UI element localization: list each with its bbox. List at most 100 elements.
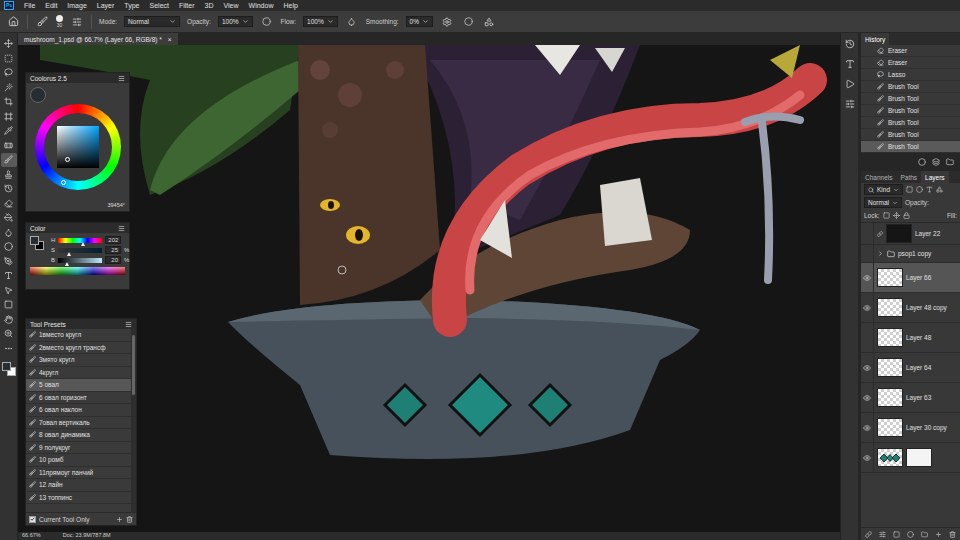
layer-mask-thumbnail[interactable] — [906, 448, 932, 467]
history-item[interactable]: Brush Tool — [861, 93, 960, 105]
mode-select[interactable]: Normal — [124, 16, 180, 27]
visibility-toggle[interactable] — [861, 293, 874, 322]
adjustment-filter-icon[interactable] — [916, 186, 923, 193]
folder-icon[interactable] — [921, 531, 928, 538]
fx-icon[interactable] — [879, 531, 886, 538]
slider-value[interactable]: 25 — [105, 246, 121, 254]
slider-track[interactable] — [58, 238, 102, 243]
tool-button[interactable] — [1, 226, 17, 240]
tool-preset-item[interactable]: 10 ромб — [26, 454, 131, 467]
tool-button[interactable] — [1, 284, 17, 298]
panel-tab[interactable]: Paths — [896, 171, 921, 183]
tool-button[interactable] — [1, 81, 17, 95]
slider-track[interactable] — [58, 258, 102, 263]
document-tab[interactable]: mushroom_1.psd @ 66.7% (Layer 66, RGB/8)… — [18, 33, 178, 45]
visibility-toggle[interactable] — [861, 443, 874, 472]
smoothing-field[interactable]: 0% — [406, 16, 433, 27]
slider-track[interactable] — [58, 248, 102, 253]
scrollbar[interactable] — [131, 329, 136, 512]
tool-preset-item[interactable]: 12 лайн — [26, 479, 131, 492]
adjustments-icon[interactable] — [845, 99, 855, 109]
layer-row[interactable]: Layer 48 — [861, 323, 960, 353]
tool-preset-item[interactable]: 6 овал горизонт — [26, 392, 131, 405]
tool-button[interactable] — [1, 153, 17, 167]
tool-button[interactable] — [1, 182, 17, 196]
zoom-level[interactable]: 66.67% — [22, 533, 41, 539]
slider-value[interactable]: 20 — [105, 256, 121, 264]
color-chips[interactable] — [2, 362, 16, 376]
brush-preset-picker[interactable]: 30 — [56, 15, 63, 28]
tool-button[interactable] — [1, 66, 17, 80]
airbrush-button[interactable] — [345, 15, 359, 29]
symmetry-button[interactable] — [482, 15, 496, 29]
current-color-swatch[interactable] — [30, 87, 46, 103]
history-item[interactable]: Lasso — [861, 69, 960, 81]
layer-filter-select[interactable]: Kind — [864, 184, 903, 195]
tool-button[interactable] — [1, 211, 17, 225]
tool-preset-item[interactable]: 5 овал — [26, 379, 131, 392]
panel-menu-icon[interactable] — [118, 225, 125, 232]
tool-button[interactable] — [1, 168, 17, 182]
tool-preset-button[interactable] — [35, 15, 49, 29]
close-tab-button[interactable]: × — [168, 36, 172, 43]
visibility-toggle[interactable] — [861, 383, 874, 412]
color-swatches[interactable] — [30, 236, 46, 252]
history-item[interactable]: Brush Tool — [861, 117, 960, 129]
panel-menu-icon[interactable] — [118, 75, 125, 82]
hue-marker[interactable] — [61, 180, 66, 185]
tool-button[interactable] — [1, 37, 17, 51]
app-logo[interactable]: Ps — [4, 1, 14, 10]
layer-row[interactable] — [861, 443, 960, 473]
history-item[interactable]: Eraser — [861, 57, 960, 69]
tool-button[interactable] — [1, 95, 17, 109]
menu-item[interactable]: Edit — [45, 2, 57, 9]
history-item[interactable]: Brush Tool — [861, 129, 960, 141]
smoothing-settings-button[interactable] — [440, 15, 454, 29]
tool-preset-item[interactable]: 7овал вертикаль — [26, 417, 131, 430]
visibility-toggle[interactable] — [861, 223, 874, 244]
panel-header[interactable]: Tool Presets — [26, 319, 136, 329]
tool-button[interactable] — [1, 197, 17, 211]
layer-row[interactable]: Layer 66 — [861, 263, 960, 293]
character-icon[interactable] — [845, 59, 855, 69]
panel-tab[interactable]: Channels — [861, 171, 896, 183]
tool-preset-item[interactable]: 13 топпинс — [26, 492, 131, 505]
opacity-field[interactable]: 100% — [218, 16, 253, 27]
folder-icon[interactable] — [946, 158, 954, 166]
slider-thumb[interactable] — [67, 252, 71, 256]
visibility-toggle[interactable] — [861, 353, 874, 382]
scrollbar-thumb[interactable] — [132, 335, 135, 395]
layers-icon[interactable] — [932, 158, 940, 166]
tool-button[interactable] — [1, 269, 17, 283]
new-layer-icon[interactable] — [935, 531, 942, 538]
expand-icon[interactable] — [877, 250, 884, 257]
history-item[interactable]: Brush Tool — [861, 105, 960, 117]
tool-preset-item[interactable]: 8 овал динамика — [26, 429, 131, 442]
tool-button[interactable] — [1, 52, 17, 66]
panel-tab[interactable]: History — [861, 33, 889, 45]
visibility-toggle[interactable] — [861, 323, 874, 352]
tool-preset-item[interactable]: 4кругл — [26, 367, 131, 380]
current-tool-only-checkbox[interactable] — [29, 516, 36, 523]
foreground-swatch[interactable] — [30, 236, 39, 245]
tool-button[interactable] — [1, 313, 17, 327]
shape-filter-icon[interactable] — [936, 186, 943, 193]
tool-button[interactable] — [1, 240, 17, 254]
tool-preset-item[interactable]: 6 овал наклон — [26, 404, 131, 417]
tool-button[interactable] — [1, 255, 17, 269]
link-icon[interactable] — [865, 531, 872, 538]
actions-icon[interactable] — [845, 79, 855, 89]
blend-mode-select[interactable]: Normal — [864, 197, 902, 208]
trash-icon[interactable] — [126, 516, 133, 523]
layer-row[interactable]: Layer 22 — [861, 223, 960, 245]
panel-menu-icon[interactable] — [125, 321, 132, 328]
new-preset-icon[interactable] — [116, 516, 123, 523]
type-filter-icon[interactable] — [926, 186, 933, 193]
tool-preset-item[interactable]: 11прямоуг панчий — [26, 467, 131, 480]
layer-row[interactable]: Layer 48 copy — [861, 293, 960, 323]
tool-button[interactable] — [1, 110, 17, 124]
lock-position-icon[interactable] — [893, 212, 900, 219]
pressure-size-button[interactable] — [461, 15, 475, 29]
lock-all-icon[interactable] — [903, 212, 910, 219]
saturation-brightness-square[interactable] — [57, 126, 99, 168]
